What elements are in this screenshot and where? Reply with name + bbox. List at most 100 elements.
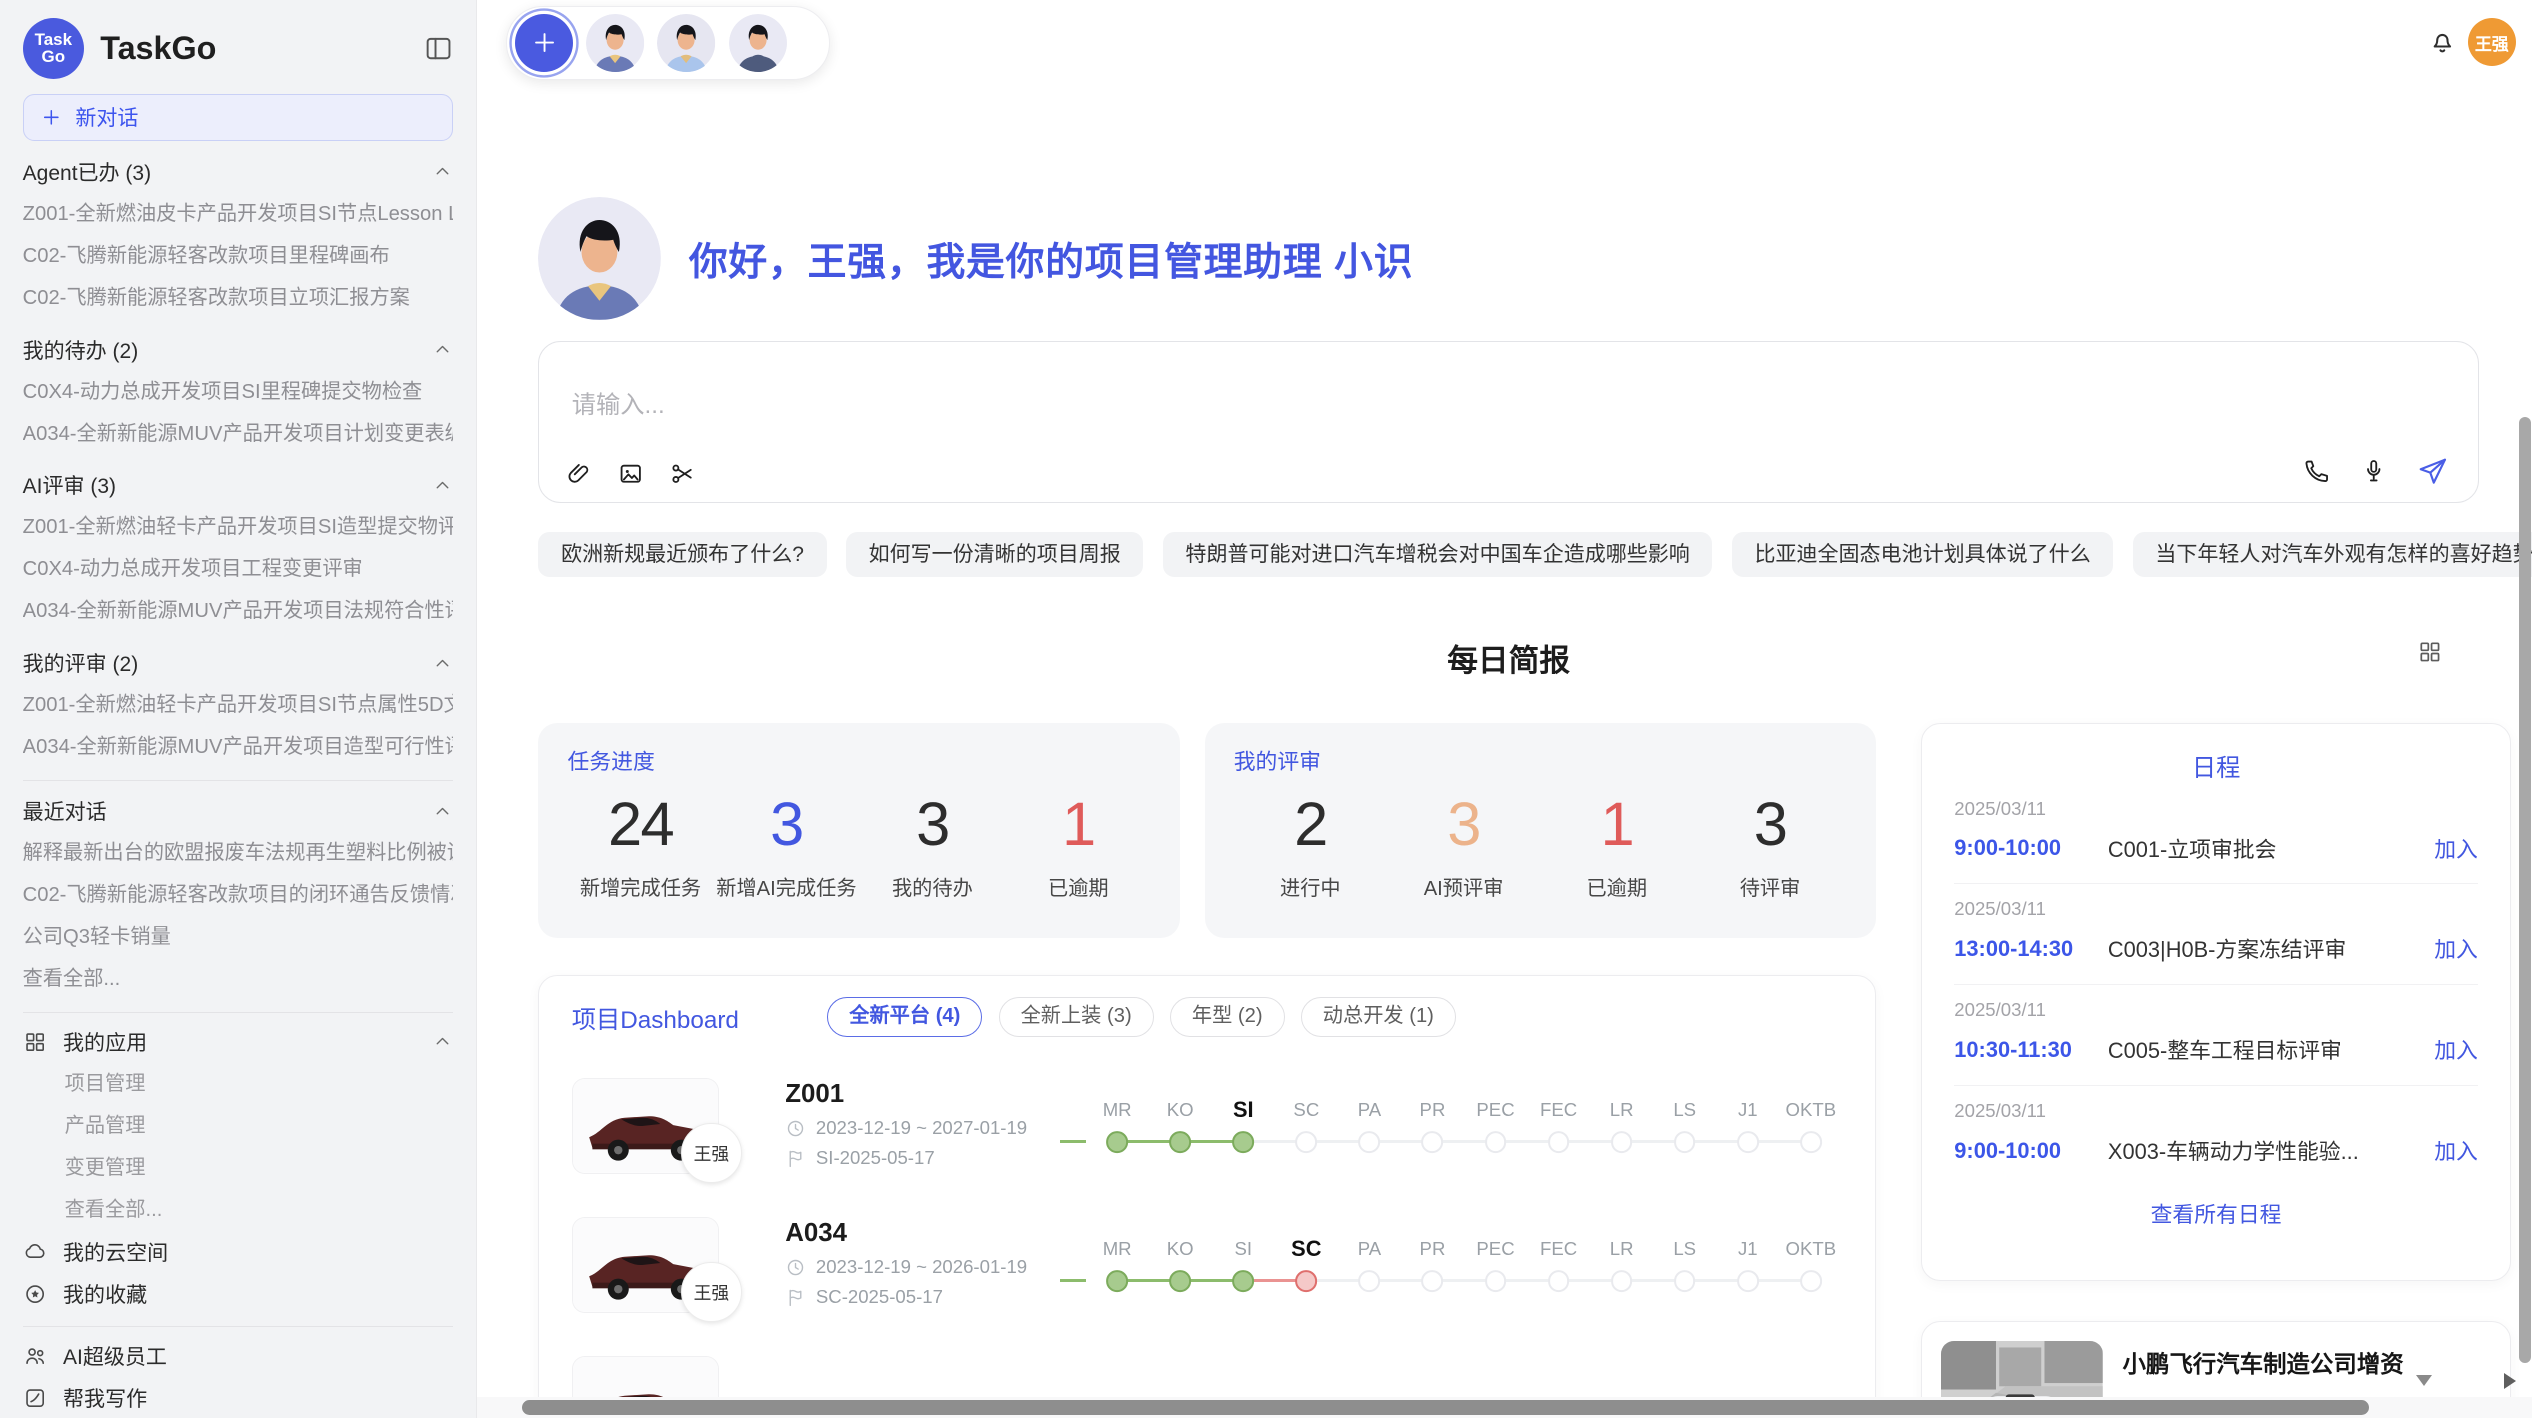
- suggestion-chip[interactable]: 欧洲新规最近颁布了什么?: [538, 532, 826, 577]
- chevron-up-icon[interactable]: [432, 1031, 453, 1052]
- schedule-event-name: X003-车辆动力学性能验...: [2108, 1135, 2421, 1166]
- avatar[interactable]: [586, 14, 644, 72]
- suggestion-chip[interactable]: 特朗普可能对进口汽车增税会对中国车企造成哪些影响: [1163, 532, 1713, 577]
- milestone-label: KO: [1149, 1234, 1212, 1263]
- view-all-schedule-link[interactable]: 查看所有日程: [1954, 1198, 2478, 1229]
- chevron-up-icon[interactable]: [432, 653, 453, 674]
- milestone-label: PEC: [1464, 1095, 1527, 1124]
- clock-icon: [785, 1257, 806, 1278]
- sidebar-item[interactable]: Z001-全新燃油皮卡产品开发项目SI节点Lesson Learn报告: [23, 193, 454, 235]
- sidebar-item[interactable]: C02-飞腾新能源轻客改款项目里程碑画布: [23, 235, 454, 277]
- sidebar-link[interactable]: AI超级员工: [23, 1335, 454, 1377]
- bell-icon[interactable]: [2427, 26, 2458, 57]
- layout-grid-icon[interactable]: [2417, 639, 2443, 665]
- app-title: TaskGo: [100, 30, 408, 67]
- sidebar-item[interactable]: C02-飞腾新能源轻客改款项目立项汇报方案: [23, 277, 454, 319]
- sidebar-item[interactable]: A034-全新新能源MUV产品开发项目造型可行性评审: [23, 726, 454, 768]
- logo-line-bottom: Go: [42, 48, 66, 66]
- sidebar-item[interactable]: 公司Q3轻卡销量: [23, 916, 454, 958]
- suggestion-chip[interactable]: 当下年轻人对汽车外观有怎样的喜好趋势: [2133, 532, 2532, 577]
- scissors-icon[interactable]: [669, 460, 696, 487]
- sidebar-group-header[interactable]: AI评审 (3): [23, 464, 454, 506]
- stat-value: 24: [568, 789, 714, 860]
- sidebar-item[interactable]: C02-飞腾新能源轻客改款项目的闭环通告反馈情况: [23, 874, 454, 916]
- sidebar-group-header[interactable]: 最近对话: [23, 790, 454, 832]
- sidebar-group-header[interactable]: Agent已办 (3): [23, 151, 454, 193]
- milestone: FEC: [1527, 1234, 1590, 1294]
- schedule-time: 9:00-10:00: [1954, 835, 2108, 861]
- milestone-label: SI: [1212, 1095, 1275, 1124]
- sidebar-item[interactable]: A034-全新新能源MUV产品开发项目法规符合性评审: [23, 590, 454, 632]
- sidebar-sub-item[interactable]: 变更管理: [65, 1147, 454, 1189]
- project-name: A034: [785, 1219, 1057, 1248]
- new-chat-button[interactable]: 新对话: [23, 94, 454, 141]
- chevron-up-icon[interactable]: [432, 161, 453, 182]
- collapse-sidebar-icon[interactable]: [424, 34, 453, 63]
- vertical-scrollbar-thumb[interactable]: [2519, 417, 2530, 1363]
- join-link[interactable]: 加入: [2434, 1135, 2478, 1166]
- sidebar-group-header[interactable]: 我的待办 (2): [23, 329, 454, 371]
- plus-icon: [40, 106, 63, 129]
- my-apps-section: 我的应用 项目管理产品管理变更管理查看全部...: [23, 1021, 454, 1231]
- sidebar-sub-item[interactable]: 项目管理: [65, 1063, 454, 1105]
- schedule-entry: 2025/03/11 13:00-14:30 C003|H0B-方案冻结评审 加…: [1954, 884, 2478, 985]
- join-link[interactable]: 加入: [2434, 1034, 2478, 1065]
- chevron-up-icon[interactable]: [432, 339, 453, 360]
- scroll-right-arrow-icon[interactable]: [2504, 1373, 2516, 1389]
- mic-icon[interactable]: [2360, 457, 2387, 484]
- milestone-node: [1359, 1270, 1381, 1292]
- stat-value: 2: [1234, 789, 1387, 860]
- dashboard-tab[interactable]: 动总开发 (1): [1301, 997, 1456, 1037]
- project-row[interactable]: 王强 A034 2023-12-19 ~ 2026-01-19 SC-2025-…: [539, 1194, 1874, 1333]
- dashboard-tab[interactable]: 全新上装 (3): [999, 997, 1154, 1037]
- sidebar-group: 我的待办 (2) C0X4-动力总成开发项目SI里程碑提交物检查A034-全新新…: [23, 329, 454, 455]
- project-row[interactable]: 王强 Z001 2023-12-19 ~ 2027-01-19 SI-2025-…: [539, 1055, 1874, 1194]
- chat-input[interactable]: [569, 391, 1546, 422]
- schedule-date: 2025/03/11: [1954, 999, 2478, 1021]
- avatar[interactable]: [657, 14, 715, 72]
- sidebar-item[interactable]: C0X4-动力总成开发项目SI里程碑提交物检查: [23, 371, 454, 413]
- sidebar-link[interactable]: 我的收藏: [23, 1273, 454, 1315]
- suggestion-chip[interactable]: 比亚迪全固态电池计划具体说了什么: [1732, 532, 2114, 577]
- scroll-down-arrow-icon[interactable]: [2416, 1375, 2432, 1386]
- recent-conversations: 最近对话 解释最新出台的欧盟报废车法规再生塑料比例被调至15%...C02-飞腾…: [23, 790, 454, 1000]
- sidebar-groups: Agent已办 (3) Z001-全新燃油皮卡产品开发项目SI节点Lesson …: [23, 151, 454, 769]
- chevron-up-icon[interactable]: [432, 475, 453, 496]
- send-icon[interactable]: [2416, 455, 2448, 487]
- sidebar-item[interactable]: C0X4-动力总成开发项目工程变更评审: [23, 548, 454, 590]
- image-icon[interactable]: [617, 460, 644, 487]
- sidebar-sub-item[interactable]: 产品管理: [65, 1105, 454, 1147]
- dashboard-tab[interactable]: 年型 (2): [1170, 997, 1285, 1037]
- milestone-node: [1422, 1270, 1444, 1292]
- sidebar-item[interactable]: Z001-全新燃油轻卡产品开发项目SI造型提交物评审: [23, 506, 454, 548]
- chat-composer: [538, 341, 2478, 503]
- avatar[interactable]: [729, 14, 787, 72]
- sidebar-link[interactable]: 我的应用: [23, 1021, 454, 1063]
- phone-icon[interactable]: [2303, 457, 2330, 484]
- user-avatar[interactable]: 王强: [2468, 18, 2517, 67]
- sidebar-group: 我的评审 (2) Z001-全新燃油轻卡产品开发项目SI节点属性5D文件评审A0…: [23, 642, 454, 768]
- view-all-link[interactable]: 查看全部...: [65, 1189, 454, 1231]
- task-progress-card: 任务进度 24 新增完成任务 3 新增AI完成任务 3 我的待办 1 已逾期: [538, 723, 1180, 938]
- add-conversation-button[interactable]: [515, 14, 573, 72]
- milestone-node: [1232, 1270, 1254, 1292]
- sidebar-item[interactable]: A034-全新新能源MUV产品开发项目计划变更表编写: [23, 413, 454, 455]
- join-link[interactable]: 加入: [2434, 833, 2478, 864]
- sidebar-link[interactable]: 帮我写作: [23, 1377, 454, 1418]
- schedule-entries: 2025/03/11 9:00-10:00 C001-立项审批会 加入 2025…: [1954, 783, 2478, 1185]
- chevron-up-icon[interactable]: [432, 801, 453, 822]
- horizontal-scrollbar-thumb[interactable]: [522, 1400, 2369, 1415]
- sidebar-item[interactable]: 解释最新出台的欧盟报废车法规再生塑料比例被调至15%...: [23, 832, 454, 874]
- sidebar-group-title: 我的待办 (2): [23, 335, 433, 365]
- attachment-icon[interactable]: [565, 460, 592, 487]
- view-all-link[interactable]: 查看全部...: [23, 958, 454, 1000]
- join-link[interactable]: 加入: [2434, 933, 2478, 964]
- stat-column: 2 进行中: [1234, 789, 1387, 900]
- suggestion-chip[interactable]: 如何写一份清晰的项目周报: [846, 532, 1143, 577]
- sidebar-item[interactable]: Z001-全新燃油轻卡产品开发项目SI节点属性5D文件评审: [23, 684, 454, 726]
- milestone: J1: [1716, 1234, 1779, 1294]
- dashboard-tab[interactable]: 全新平台 (4): [827, 997, 982, 1037]
- schedule-time: 13:00-14:30: [1954, 936, 2108, 962]
- sidebar-link[interactable]: 我的云空间: [23, 1231, 454, 1273]
- sidebar-group-header[interactable]: 我的评审 (2): [23, 642, 454, 684]
